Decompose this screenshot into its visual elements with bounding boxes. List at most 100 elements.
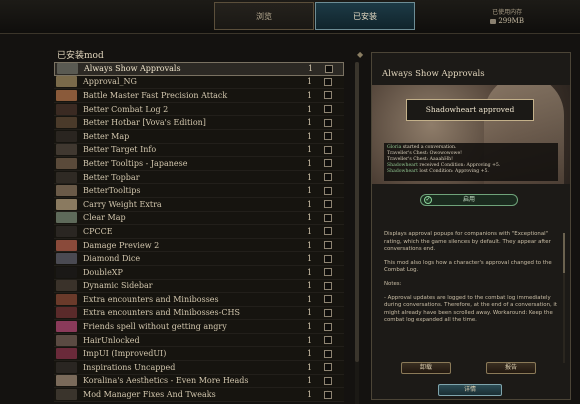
mod-checkbox[interactable] bbox=[324, 281, 332, 290]
mod-thumbnail bbox=[56, 280, 77, 292]
mod-thumbnail bbox=[56, 239, 77, 251]
tab-browse[interactable]: 浏览 bbox=[214, 2, 314, 30]
mod-list-row[interactable]: Mod Manager Fixes And Tweaks 1 bbox=[54, 388, 344, 402]
mod-load-count: 1 bbox=[307, 240, 313, 250]
mod-list-row[interactable]: Always Show Approvals 1 bbox=[54, 62, 344, 76]
mod-list-row[interactable]: Koralina's Aesthetics - Even More Heads 1 bbox=[54, 374, 344, 389]
mod-checkbox[interactable] bbox=[324, 145, 332, 154]
mod-list-row[interactable]: Dynamic Sidebar 1 bbox=[54, 279, 344, 294]
mod-thumbnail bbox=[57, 63, 78, 75]
mod-name: ImpUI (ImprovedUI) bbox=[83, 349, 167, 359]
mod-checkbox[interactable] bbox=[324, 376, 332, 385]
mod-list-row[interactable]: Extra encounters and Minibosses 1 bbox=[54, 293, 344, 307]
mod-list-row[interactable]: Clear Map 1 bbox=[54, 211, 344, 226]
mod-list-row[interactable]: Diamond Dice 1 bbox=[54, 252, 344, 266]
mod-checkbox[interactable] bbox=[324, 268, 332, 277]
mod-list-row[interactable]: BetterTooltips 1 bbox=[54, 184, 344, 198]
mod-load-count: 1 bbox=[307, 267, 313, 277]
mod-checkbox[interactable] bbox=[324, 390, 332, 399]
mod-checkbox[interactable] bbox=[324, 241, 332, 250]
storage-size: 299MB bbox=[498, 17, 524, 25]
disk-icon bbox=[490, 18, 497, 24]
top-bar: 浏览 已安装 已使用内存 299MB bbox=[0, 0, 580, 34]
mod-list-row[interactable]: DoubleXP 1 bbox=[54, 265, 344, 280]
mod-checkbox[interactable] bbox=[324, 91, 332, 100]
mod-name: Carry Weight Extra bbox=[83, 199, 162, 209]
mod-description: Displays approval popups for companions … bbox=[384, 231, 558, 355]
mod-load-count: 1 bbox=[307, 90, 313, 100]
enabled-label: 启用 bbox=[462, 196, 475, 203]
mod-checkbox[interactable] bbox=[324, 186, 332, 195]
mod-load-count: 1 bbox=[307, 322, 313, 332]
mod-load-count: 1 bbox=[307, 77, 313, 87]
mod-checkbox[interactable] bbox=[325, 64, 333, 73]
mod-list-row[interactable]: ImpUI (ImprovedUI) 1 bbox=[54, 347, 344, 362]
mod-list-row[interactable]: Better Map 1 bbox=[54, 129, 344, 144]
mod-checkbox[interactable] bbox=[324, 200, 332, 209]
mod-checkbox[interactable] bbox=[324, 308, 332, 317]
mod-list-row[interactable]: Carry Weight Extra 1 bbox=[54, 197, 344, 212]
combat-log-text: received Condition: Approving +5. bbox=[417, 163, 501, 168]
storage-usage: 已使用内存 299MB bbox=[490, 8, 524, 26]
details-button[interactable]: 详情 bbox=[438, 384, 502, 396]
mod-checkbox[interactable] bbox=[324, 213, 332, 222]
mod-checkbox[interactable] bbox=[324, 295, 332, 304]
mod-checkbox[interactable] bbox=[324, 349, 332, 358]
mod-load-count: 1 bbox=[307, 281, 313, 291]
mod-name: Better Hotbar [Vova's Edition] bbox=[83, 118, 206, 128]
mod-thumbnail bbox=[56, 198, 77, 210]
description-paragraph: Displays approval popups for companions … bbox=[384, 231, 551, 253]
mod-load-count: 1 bbox=[307, 254, 313, 264]
mod-list-row[interactable]: Better Combat Log 2 1 bbox=[54, 102, 344, 117]
uninstall-button[interactable]: 卸载 bbox=[401, 362, 451, 374]
mod-list-row[interactable]: Damage Preview 2 1 bbox=[54, 238, 344, 253]
mod-list-row[interactable]: Friends spell without getting angry 1 bbox=[54, 320, 344, 334]
mod-checkbox[interactable] bbox=[324, 159, 332, 168]
combat-log-text: Traveller's Chest: AaaahHh! bbox=[387, 157, 453, 162]
mod-load-count: 1 bbox=[307, 390, 313, 400]
mod-checkbox[interactable] bbox=[324, 363, 332, 372]
mod-name: Better Combat Log 2 bbox=[83, 104, 169, 114]
mod-list-row[interactable]: Better Target Info 1 bbox=[54, 143, 344, 158]
mod-list-scrollbar[interactable] bbox=[355, 62, 359, 404]
mod-checkbox[interactable] bbox=[324, 254, 332, 263]
mod-name: CPCCE bbox=[83, 226, 113, 236]
combat-log-actor: Shadowheart bbox=[387, 163, 418, 168]
description-scroll-thumb[interactable] bbox=[563, 233, 565, 273]
mod-list-scroll-thumb[interactable] bbox=[355, 62, 359, 362]
mod-list-row[interactable]: Better Topbar 1 bbox=[54, 170, 344, 185]
mod-checkbox[interactable] bbox=[324, 227, 332, 236]
mod-thumbnail bbox=[56, 293, 77, 305]
mod-thumbnail bbox=[56, 266, 77, 278]
mod-list-row[interactable]: Extra encounters and Minibosses-CHS 1 bbox=[54, 306, 344, 321]
combat-log-line: Shadowheart lost Condition: Approving +5… bbox=[387, 169, 555, 175]
mod-name: DoubleXP bbox=[83, 267, 123, 277]
mod-checkbox[interactable] bbox=[324, 77, 332, 86]
mod-list-row[interactable]: CPCCE 1 bbox=[54, 225, 344, 239]
mod-load-count: 1 bbox=[307, 104, 313, 114]
mod-name: Battle Master Fast Precision Attack bbox=[83, 90, 228, 100]
mod-checkbox[interactable] bbox=[324, 336, 332, 345]
mod-checkbox[interactable] bbox=[324, 173, 332, 182]
mod-list-row[interactable]: Battle Master Fast Precision Attack 1 bbox=[54, 89, 344, 103]
mod-list-row[interactable]: HairUnlocked 1 bbox=[54, 333, 344, 348]
mod-checkbox[interactable] bbox=[324, 132, 332, 141]
mod-checkbox[interactable] bbox=[324, 105, 332, 114]
mod-list-row[interactable]: Approval_NG 1 bbox=[54, 75, 344, 90]
mod-name: Better Topbar bbox=[83, 172, 140, 182]
tab-installed[interactable]: 已安装 bbox=[315, 2, 415, 30]
mod-load-count: 1 bbox=[307, 335, 313, 345]
mod-list-row[interactable]: Inspirations Uncapped 1 bbox=[54, 361, 344, 375]
combat-log-text: lost Condition: Approving +5. bbox=[417, 169, 489, 174]
description-paragraph: Notes: bbox=[384, 280, 402, 287]
mod-list-row[interactable]: Better Hotbar [Vova's Edition] 1 bbox=[54, 116, 344, 130]
enabled-toggle[interactable]: ✓ 启用 bbox=[420, 194, 518, 206]
mod-name: Inspirations Uncapped bbox=[83, 362, 176, 372]
mod-checkbox[interactable] bbox=[324, 118, 332, 127]
mod-thumbnail bbox=[56, 185, 77, 197]
description-scrollbar[interactable] bbox=[563, 233, 565, 363]
report-button[interactable]: 报告 bbox=[486, 362, 536, 374]
mod-list-row[interactable]: Better Tooltips - Japanese 1 bbox=[54, 157, 344, 171]
mod-checkbox[interactable] bbox=[324, 322, 332, 331]
mod-name: Better Target Info bbox=[83, 145, 157, 155]
